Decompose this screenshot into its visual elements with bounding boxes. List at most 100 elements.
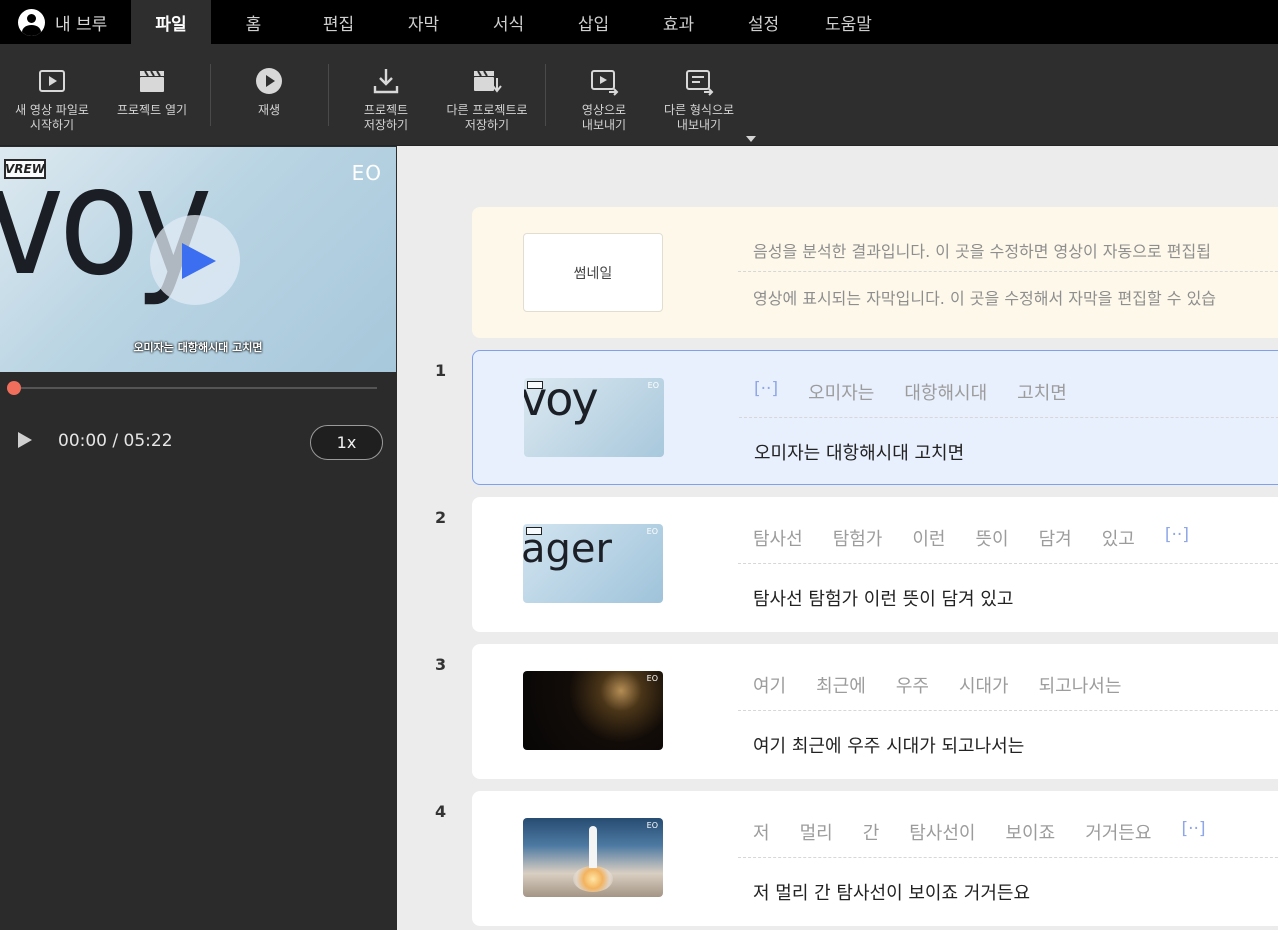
voice-word[interactable]: 이런 [912, 525, 945, 551]
account-label: 내 브루 [55, 14, 108, 35]
clip-row[interactable]: voy EO [··] 오미자는 대항해시대 고치면 오미자는 대항해시대 고치… [472, 350, 1278, 485]
export-video-label: 영상으로 내보내기 [581, 103, 627, 132]
save-as-button[interactable]: 다른 프로젝트로 저장하기 [443, 66, 531, 133]
export-video-icon [591, 70, 619, 96]
toolbar-divider [210, 64, 211, 126]
ribbon-toolbar: 새 영상 파일로 시작하기 프로젝트 열기 재생 프로젝트 저장하기 다른 프로… [0, 44, 1278, 146]
clip-thumbnail[interactable]: EO [523, 818, 663, 897]
play-icon [182, 243, 216, 279]
save-project-button[interactable]: 프로젝트 저장하기 [350, 66, 422, 133]
export-other-button[interactable]: 다른 형식으로 내보내기 [660, 66, 738, 133]
new-video-button[interactable]: 새 영상 파일로 시작하기 [14, 66, 90, 133]
tab-home[interactable]: 홈 [211, 0, 296, 44]
subtitle-text[interactable]: 저 멀리 간 탐사선이 보이죠 거거든요 [753, 879, 1030, 905]
account-icon [18, 8, 45, 36]
tab-subtitle[interactable]: 자막 [381, 0, 466, 44]
clip-thumbnail[interactable]: voy EO [524, 378, 664, 457]
voice-word[interactable]: 저 [753, 819, 770, 845]
subtitle-text[interactable]: 탐사선 탐험가 이런 뜻이 담겨 있고 [753, 585, 1013, 611]
guide-subtitle-text: 영상에 표시되는 자막입니다. 이 곳을 수정해서 자막을 편집할 수 있습 [753, 289, 1217, 308]
preview-caption: 오미자는 대항해시대 고치면 [133, 341, 263, 354]
vrew-logo-icon [526, 527, 542, 535]
thumbnail-placeholder[interactable]: 썸네일 [523, 233, 663, 312]
voice-word[interactable]: 되고나서는 [1039, 672, 1122, 698]
clip-thumbnail[interactable]: ager EO [523, 524, 663, 603]
time-display: 00:00 / 05:22 [58, 431, 173, 451]
voice-word[interactable]: 뜻이 [976, 525, 1009, 551]
export-video-button[interactable]: 영상으로 내보내기 [574, 66, 634, 133]
tab-help[interactable]: 도움말 [806, 0, 891, 44]
player-panel: voy VREW EO 오미자는 대항해시대 고치면 00:00 / 05:22… [0, 147, 396, 930]
voice-word[interactable]: 간 [863, 819, 880, 845]
save-project-label: 프로젝트 저장하기 [363, 103, 409, 132]
voice-word[interactable]: 대항해시대 [904, 379, 987, 405]
silence-gap[interactable]: [··] [1165, 525, 1189, 551]
voice-word[interactable]: 거거든요 [1085, 819, 1151, 845]
open-project-label: 프로젝트 열기 [116, 103, 188, 117]
silence-gap[interactable]: [··] [754, 379, 778, 405]
voice-words: 여기 최근에 우주 시대가 되고나서는 [753, 672, 1151, 698]
voice-word[interactable]: 멀리 [800, 819, 833, 845]
voice-word[interactable]: 탐험가 [833, 525, 883, 551]
tab-settings[interactable]: 설정 [721, 0, 806, 44]
save-as-label: 다른 프로젝트로 저장하기 [446, 103, 528, 132]
playback-speed-button[interactable]: 1x [310, 425, 383, 460]
voice-word[interactable]: 담겨 [1039, 525, 1072, 551]
export-dropdown-caret-icon[interactable] [746, 136, 756, 142]
account-button[interactable]: 내 브루 [0, 0, 131, 44]
clip-number: 2 [435, 508, 447, 527]
guide-card: 썸네일 음성을 분석한 결과입니다. 이 곳을 수정하면 영상이 자동으로 편집… [472, 207, 1278, 338]
preview-play-button[interactable] [150, 215, 240, 305]
clip-row[interactable]: EO 저 멀리 간 탐사선이 보이죠 거거든요 [··] 저 멀리 간 탐사선이… [472, 791, 1278, 926]
voice-word[interactable]: 있고 [1102, 525, 1135, 551]
voice-word[interactable]: 최근에 [816, 672, 866, 698]
clip-number: 4 [435, 802, 447, 821]
clip-number: 3 [435, 655, 447, 674]
tab-effects[interactable]: 효과 [636, 0, 721, 44]
voice-word[interactable]: 우주 [896, 672, 929, 698]
voice-words: [··] 오미자는 대항해시대 고치면 [754, 379, 1097, 405]
open-project-button[interactable]: 프로젝트 열기 [114, 66, 190, 118]
tab-edit[interactable]: 편집 [296, 0, 381, 44]
divider [738, 710, 1278, 711]
play-button[interactable]: 재생 [239, 66, 299, 118]
subtitle-text[interactable]: 여기 최근에 우주 시대가 되고나서는 [753, 732, 1024, 758]
channel-logo: EO [351, 161, 382, 185]
tab-insert[interactable]: 삽입 [551, 0, 636, 44]
clip-number: 1 [435, 361, 447, 380]
tab-format[interactable]: 서식 [466, 0, 551, 44]
subtitle-text[interactable]: 오미자는 대항해시대 고치면 [754, 439, 964, 465]
clapperboard-download-icon [474, 70, 502, 93]
divider [738, 271, 1278, 272]
silence-gap[interactable]: [··] [1181, 819, 1205, 845]
play-icon [18, 432, 32, 448]
channel-logo: EO [646, 821, 658, 830]
divider [738, 857, 1278, 858]
export-subtitle-icon [686, 70, 714, 96]
channel-logo: EO [646, 674, 658, 683]
voice-word[interactable]: 시대가 [959, 672, 1009, 698]
video-preview[interactable]: voy VREW EO 오미자는 대항해시대 고치면 [0, 147, 396, 372]
voice-word[interactable]: 탐사선이 [909, 819, 975, 845]
seek-handle[interactable] [7, 381, 21, 395]
toolbar-divider [545, 64, 546, 126]
channel-logo: EO [647, 381, 659, 390]
seek-bar[interactable] [7, 381, 377, 395]
clip-thumbnail[interactable]: EO [523, 671, 663, 750]
voice-word[interactable]: 오미자는 [808, 379, 874, 405]
tab-file[interactable]: 파일 [131, 0, 211, 44]
play-toggle-button[interactable] [18, 432, 32, 452]
play-circle-icon [256, 68, 282, 94]
launch-smoke [573, 866, 613, 892]
clip-row[interactable]: ager EO 탐사선 탐험가 이런 뜻이 담겨 있고 [··] 탐사선 탐험가… [472, 497, 1278, 632]
vrew-logo-icon [527, 381, 543, 389]
clip-row[interactable]: EO 여기 최근에 우주 시대가 되고나서는 여기 최근에 우주 시대가 되고나… [472, 644, 1278, 779]
voice-word[interactable]: 탐사선 [753, 525, 803, 551]
voice-word[interactable]: 여기 [753, 672, 786, 698]
divider [739, 417, 1278, 418]
subtitle-editor: 썸네일 음성을 분석한 결과입니다. 이 곳을 수정하면 영상이 자동으로 편집… [397, 146, 1278, 930]
voice-word[interactable]: 보이죠 [1006, 819, 1056, 845]
voice-word[interactable]: 고치면 [1017, 379, 1067, 405]
toolbar-divider [328, 64, 329, 126]
voice-words: 저 멀리 간 탐사선이 보이죠 거거든요 [··] [753, 819, 1236, 845]
